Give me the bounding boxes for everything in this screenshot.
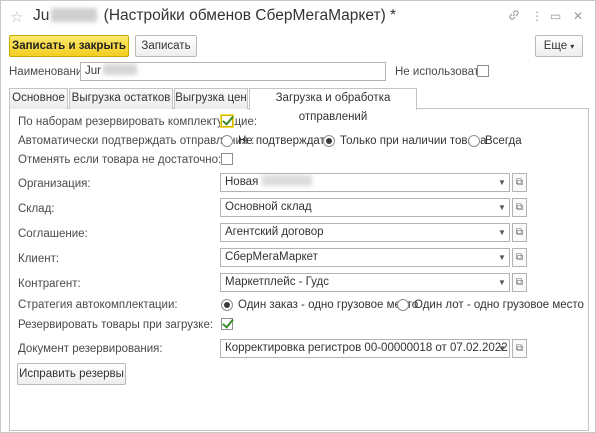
strategy-radio-order[interactable] (221, 299, 233, 311)
window-title: Ju (Настройки обменов СберМегаМаркет) * (33, 7, 396, 25)
title-bar: ☆ Ju (Настройки обменов СберМегаМаркет) … (1, 1, 595, 33)
tab-stock-export[interactable]: Выгрузка остатков (69, 88, 173, 109)
counterparty-select[interactable]: Маркетплейс - Гудс ▼ (220, 273, 510, 292)
warehouse-value: Основной склад (225, 201, 312, 213)
organization-open-button[interactable]: ⧉ (512, 173, 527, 192)
client-select[interactable]: СберМегаМаркет ▼ (220, 248, 510, 267)
organization-value: Новая (225, 176, 259, 188)
auto-confirm-option-none: Не подтверждать (238, 135, 331, 147)
title-prefix: Ju (33, 7, 50, 24)
strategy-option-order: Один заказ - одно грузовое место (238, 299, 419, 311)
organization-select[interactable]: Новая ▼ (220, 173, 510, 192)
title-redacted (51, 8, 98, 22)
favorite-star-icon[interactable]: ☆ (10, 8, 23, 26)
tab-shipments[interactable]: Загрузка и обработка отправлений (249, 88, 417, 123)
counterparty-open-button[interactable]: ⧉ (512, 273, 527, 292)
minimize-icon[interactable]: ▭ (550, 9, 561, 23)
dropdown-arrow-icon[interactable]: ▼ (495, 224, 509, 241)
warehouse-label: Склад: (18, 203, 55, 215)
agreement-open-button[interactable]: ⧉ (512, 223, 527, 242)
strategy-radio-lot[interactable] (397, 299, 409, 311)
organization-label: Организация: (18, 178, 91, 190)
unused-checkbox[interactable] (477, 65, 489, 77)
auto-confirm-option-in-stock: Только при наличии товара (340, 135, 487, 147)
close-icon[interactable]: ✕ (573, 9, 583, 23)
save-button[interactable]: Записать (135, 35, 197, 57)
agreement-value: Агентский договор (225, 226, 324, 238)
chevron-down-icon: ▾ (570, 42, 575, 51)
title-suffix: (Настройки обменов СберМегаМаркет) * (99, 7, 397, 24)
strategy-label: Стратегия автокомплектации: (18, 299, 178, 311)
auto-confirm-radio-in-stock[interactable] (323, 135, 335, 147)
counterparty-label: Контрагент: (18, 278, 81, 290)
name-value: Jur (85, 65, 101, 77)
reserve-doc-open-button[interactable]: ⧉ (512, 339, 527, 358)
tab-main[interactable]: Основное (9, 88, 68, 109)
link-icon[interactable] (508, 9, 520, 24)
counterparty-value: Маркетплейс - Гудс (225, 276, 329, 288)
dropdown-arrow-icon[interactable]: ▼ (495, 199, 509, 216)
tab-bar: Основное Выгрузка остатков Выгрузка цен … (9, 88, 589, 123)
kebab-menu-icon[interactable]: ⋮ (531, 9, 543, 23)
reserve-doc-select[interactable]: Корректировка регистров 00-00000018 от 0… (220, 339, 510, 358)
reserve-on-load-checkbox[interactable] (221, 318, 233, 330)
warehouse-open-button[interactable]: ⧉ (512, 198, 527, 217)
name-redacted (102, 64, 137, 75)
auto-confirm-label: Автоматически подтверждать отправления : (18, 135, 255, 147)
unused-label: Не использовать: (395, 66, 489, 78)
dropdown-arrow-icon[interactable]: ▼ (495, 174, 509, 191)
client-label: Клиент: (18, 253, 60, 265)
tab-price-export[interactable]: Выгрузка цен (174, 88, 248, 109)
dropdown-arrow-icon[interactable]: ▼ (495, 274, 509, 291)
more-label: Еще (543, 40, 568, 52)
auto-confirm-option-always: Всегда (485, 135, 522, 147)
client-value: СберМегаМаркет (225, 251, 318, 263)
save-and-close-button[interactable]: Записать и закрыть (9, 35, 129, 57)
client-open-button[interactable]: ⧉ (512, 248, 527, 267)
agreement-label: Соглашение: (18, 228, 88, 240)
strategy-option-lot: Один лот - одно грузовое место (414, 299, 584, 311)
warehouse-select[interactable]: Основной склад ▼ (220, 198, 510, 217)
reserve-on-load-label: Резервировать товары при загрузке: (18, 319, 214, 331)
fix-reserves-button[interactable]: Исправить резервы (17, 363, 126, 385)
dropdown-arrow-icon[interactable]: ▼ (495, 249, 509, 266)
dropdown-arrow-icon[interactable]: ▼ (495, 340, 509, 357)
name-input[interactable]: Jur (80, 62, 386, 81)
settings-window: ☆ Ju (Настройки обменов СберМегаМаркет) … (0, 0, 596, 433)
auto-confirm-radio-none[interactable] (221, 135, 233, 147)
reserve-doc-label: Документ резервирования: (18, 343, 163, 355)
reserve-components-checkbox[interactable] (221, 115, 233, 127)
reserve-doc-value: Корректировка регистров 00-00000018 от 0… (225, 342, 509, 354)
organization-redacted (262, 175, 313, 186)
more-button[interactable]: Еще ▾ (535, 35, 583, 57)
auto-confirm-radio-always[interactable] (468, 135, 480, 147)
agreement-select[interactable]: Агентский договор ▼ (220, 223, 510, 242)
cancel-if-insufficient-label: Отменять если товара не достаточно: (18, 154, 222, 166)
cancel-if-insufficient-checkbox[interactable] (221, 153, 233, 165)
